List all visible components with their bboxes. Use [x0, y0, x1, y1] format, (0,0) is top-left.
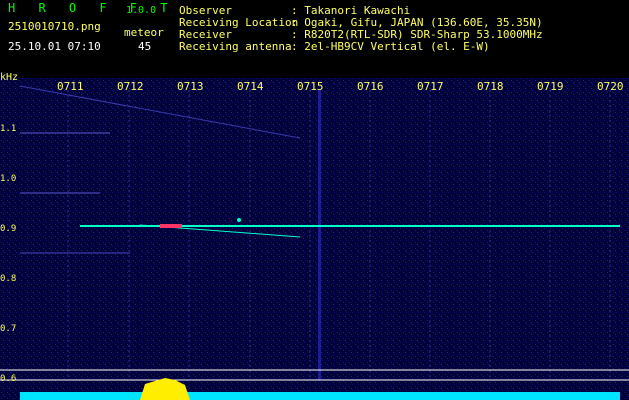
app-version: 1.0.0 — [126, 5, 157, 16]
field-antenna-value: : 2el-HB9CV Vertical (el. E-W) — [291, 40, 490, 53]
time-tick: 0711 — [57, 80, 84, 93]
y-tick: 0.6 — [0, 374, 17, 384]
spectrogram — [0, 78, 629, 400]
meteor-burst — [160, 224, 182, 228]
file-name: 2510010710.png — [8, 20, 101, 33]
spectrogram-plot — [0, 78, 629, 400]
y-tick: 0.7 — [0, 324, 17, 334]
time-tick: 0718 — [477, 80, 504, 93]
time-tick: 0717 — [417, 80, 444, 93]
time-tick: 0715 — [297, 80, 324, 93]
meteor-echo-point — [237, 218, 241, 222]
time-tick: 0719 — [537, 80, 564, 93]
time-tick: 0714 — [237, 80, 264, 93]
date-time: 25.10.01 07:10 — [8, 40, 101, 53]
y-tick: 1.0 — [0, 174, 17, 184]
field-antenna-label: Receiving antenna — [179, 40, 292, 53]
time-tick: 0716 — [357, 80, 384, 93]
noise-background — [0, 78, 629, 400]
detector-label: meteor — [124, 26, 164, 39]
time-tick: 0713 — [177, 80, 204, 93]
y-axis-unit: kHz — [0, 72, 19, 83]
signal-level-bar — [20, 392, 620, 400]
meteor-count: 45 — [138, 40, 152, 53]
hrofft-window: H R O F F T 1.0.0 2510010710.png meteor … — [0, 0, 629, 400]
y-tick: 0.9 — [0, 224, 17, 234]
time-tick: 0720 — [597, 80, 624, 93]
interference-band — [318, 90, 321, 380]
time-tick: 0712 — [117, 80, 144, 93]
y-tick: 1.1 — [0, 124, 17, 134]
y-tick: 0.8 — [0, 274, 17, 284]
